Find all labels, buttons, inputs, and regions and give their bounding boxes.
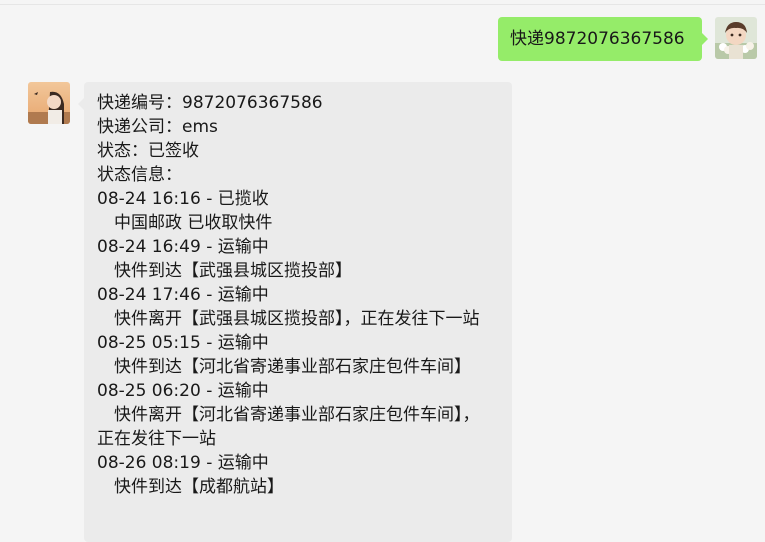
event-detail: 快件离开【武强县城区揽投部】，正在发往下一站 — [97, 309, 480, 329]
event-header: 08-25 05:15 - 运输中 — [97, 333, 269, 353]
outgoing-message-bubble[interactable]: 快递9872076367586 — [498, 17, 708, 61]
peer-avatar[interactable] — [28, 82, 70, 124]
event-detail: 快件到达【成都航站】 — [97, 477, 284, 497]
incoming-message-bubble[interactable]: 快递编号：9872076367586 快递公司：ems 状态：已签收 状态信息：… — [78, 82, 512, 542]
event-detail: 快件离开【河北省寄递事业部石家庄包件车间】，正在发往下一站 — [97, 405, 480, 449]
event-header: 08-24 16:16 - 已揽收 — [97, 189, 269, 209]
outgoing-message-text: 快递9872076367586 — [510, 29, 685, 49]
event-detail: 快件到达【河北省寄递事业部石家庄包件车间】 — [97, 357, 471, 377]
event-header: 08-24 16:49 - 运输中 — [97, 237, 269, 257]
status-info-heading: 状态信息： — [97, 165, 182, 185]
courier-company-line: 快递公司：ems — [97, 117, 218, 137]
top-divider — [0, 4, 765, 5]
self-avatar[interactable] — [715, 17, 757, 59]
event-header: 08-26 08:19 - 运输中 — [97, 453, 269, 473]
event-detail: 快件到达【武强县城区揽投部】 — [97, 261, 352, 281]
event-header: 08-25 06:20 - 运输中 — [97, 381, 269, 401]
tracking-number-line: 快递编号：9872076367586 — [97, 93, 323, 113]
event-detail: 中国邮政 已收取快件 — [97, 213, 273, 233]
delivery-status-line: 状态：已签收 — [97, 141, 199, 161]
event-header: 08-24 17:46 - 运输中 — [97, 285, 269, 305]
